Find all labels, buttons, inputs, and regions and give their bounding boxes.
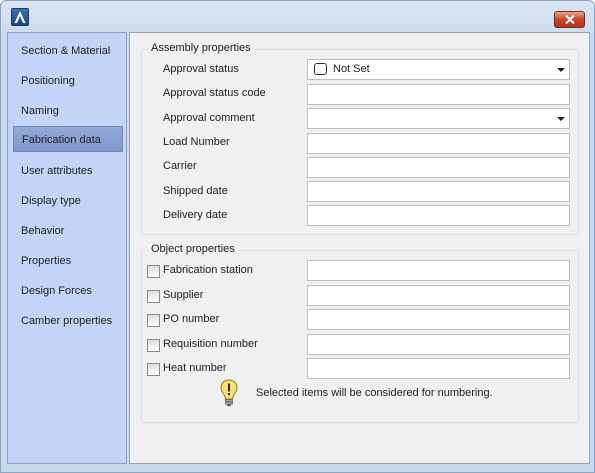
sidebar-item-display-type[interactable]: Display type bbox=[13, 188, 123, 214]
carrier-field[interactable] bbox=[307, 157, 570, 178]
fabrication-station-label: Fabrication station bbox=[163, 264, 253, 276]
load-number-field[interactable] bbox=[307, 133, 570, 154]
sidebar-item-fabrication-data[interactable]: Fabrication data bbox=[13, 126, 123, 152]
category-sidebar: Section & Material Positioning Naming Fa… bbox=[7, 32, 127, 464]
delivery-date-field[interactable] bbox=[307, 205, 570, 226]
shipped-date-field[interactable] bbox=[307, 181, 570, 202]
fabrication-station-checkbox[interactable] bbox=[147, 265, 160, 278]
heat-number-field[interactable] bbox=[307, 358, 570, 379]
approval-status-code-label: Approval status code bbox=[163, 87, 266, 99]
heat-number-label: Heat number bbox=[163, 362, 227, 374]
close-icon bbox=[564, 15, 575, 24]
chevron-down-icon bbox=[557, 68, 565, 72]
content-panel: Assembly properties Approval status Not … bbox=[129, 32, 590, 464]
approval-status-dropdown[interactable]: Not Set bbox=[307, 59, 570, 80]
delivery-date-label: Delivery date bbox=[163, 209, 228, 221]
po-number-field[interactable] bbox=[307, 309, 570, 330]
app-logo-icon bbox=[11, 8, 29, 26]
sidebar-item-camber-properties[interactable]: Camber properties bbox=[13, 308, 123, 334]
requisition-number-field[interactable] bbox=[307, 334, 570, 355]
approval-status-code-field[interactable] bbox=[307, 84, 570, 105]
sidebar-item-positioning[interactable]: Positioning bbox=[13, 68, 123, 94]
supplier-label: Supplier bbox=[163, 289, 204, 301]
numbering-info-text: Selected items will be considered for nu… bbox=[256, 387, 493, 399]
assembly-properties-group: Assembly properties Approval status Not … bbox=[141, 42, 579, 235]
sidebar-item-naming[interactable]: Naming bbox=[13, 98, 123, 124]
shipped-date-label: Shipped date bbox=[163, 185, 228, 197]
sidebar-item-user-attributes[interactable]: User attributes bbox=[13, 158, 123, 184]
approval-status-label: Approval status bbox=[163, 63, 239, 75]
sidebar-item-design-forces[interactable]: Design Forces bbox=[13, 278, 123, 304]
status-color-swatch bbox=[314, 63, 327, 75]
carrier-label: Carrier bbox=[163, 160, 197, 172]
object-properties-group: Object properties Fabrication station Su… bbox=[141, 243, 579, 423]
sidebar-item-section-material[interactable]: Section & Material bbox=[13, 38, 123, 64]
chevron-down-icon bbox=[557, 117, 565, 121]
fabrication-station-field[interactable] bbox=[307, 260, 570, 281]
lightbulb-icon bbox=[220, 379, 238, 410]
assembly-properties-legend: Assembly properties bbox=[148, 42, 254, 54]
sidebar-item-properties[interactable]: Properties bbox=[13, 248, 123, 274]
requisition-number-checkbox[interactable] bbox=[147, 339, 160, 352]
po-number-label: PO number bbox=[163, 313, 220, 325]
approval-comment-dropdown[interactable] bbox=[307, 108, 570, 129]
sidebar-item-behavior[interactable]: Behavior bbox=[13, 218, 123, 244]
close-button[interactable] bbox=[554, 11, 585, 28]
heat-number-checkbox[interactable] bbox=[147, 363, 160, 376]
po-number-checkbox[interactable] bbox=[147, 314, 160, 327]
approval-comment-label: Approval comment bbox=[163, 112, 255, 124]
dialog-window: Section & Material Positioning Naming Fa… bbox=[0, 0, 595, 473]
supplier-checkbox[interactable] bbox=[147, 290, 160, 303]
object-properties-legend: Object properties bbox=[148, 243, 238, 255]
requisition-number-label: Requisition number bbox=[163, 338, 258, 350]
load-number-label: Load Number bbox=[163, 136, 230, 148]
title-bar[interactable] bbox=[1, 1, 594, 32]
supplier-field[interactable] bbox=[307, 285, 570, 306]
approval-status-value: Not Set bbox=[333, 63, 370, 75]
